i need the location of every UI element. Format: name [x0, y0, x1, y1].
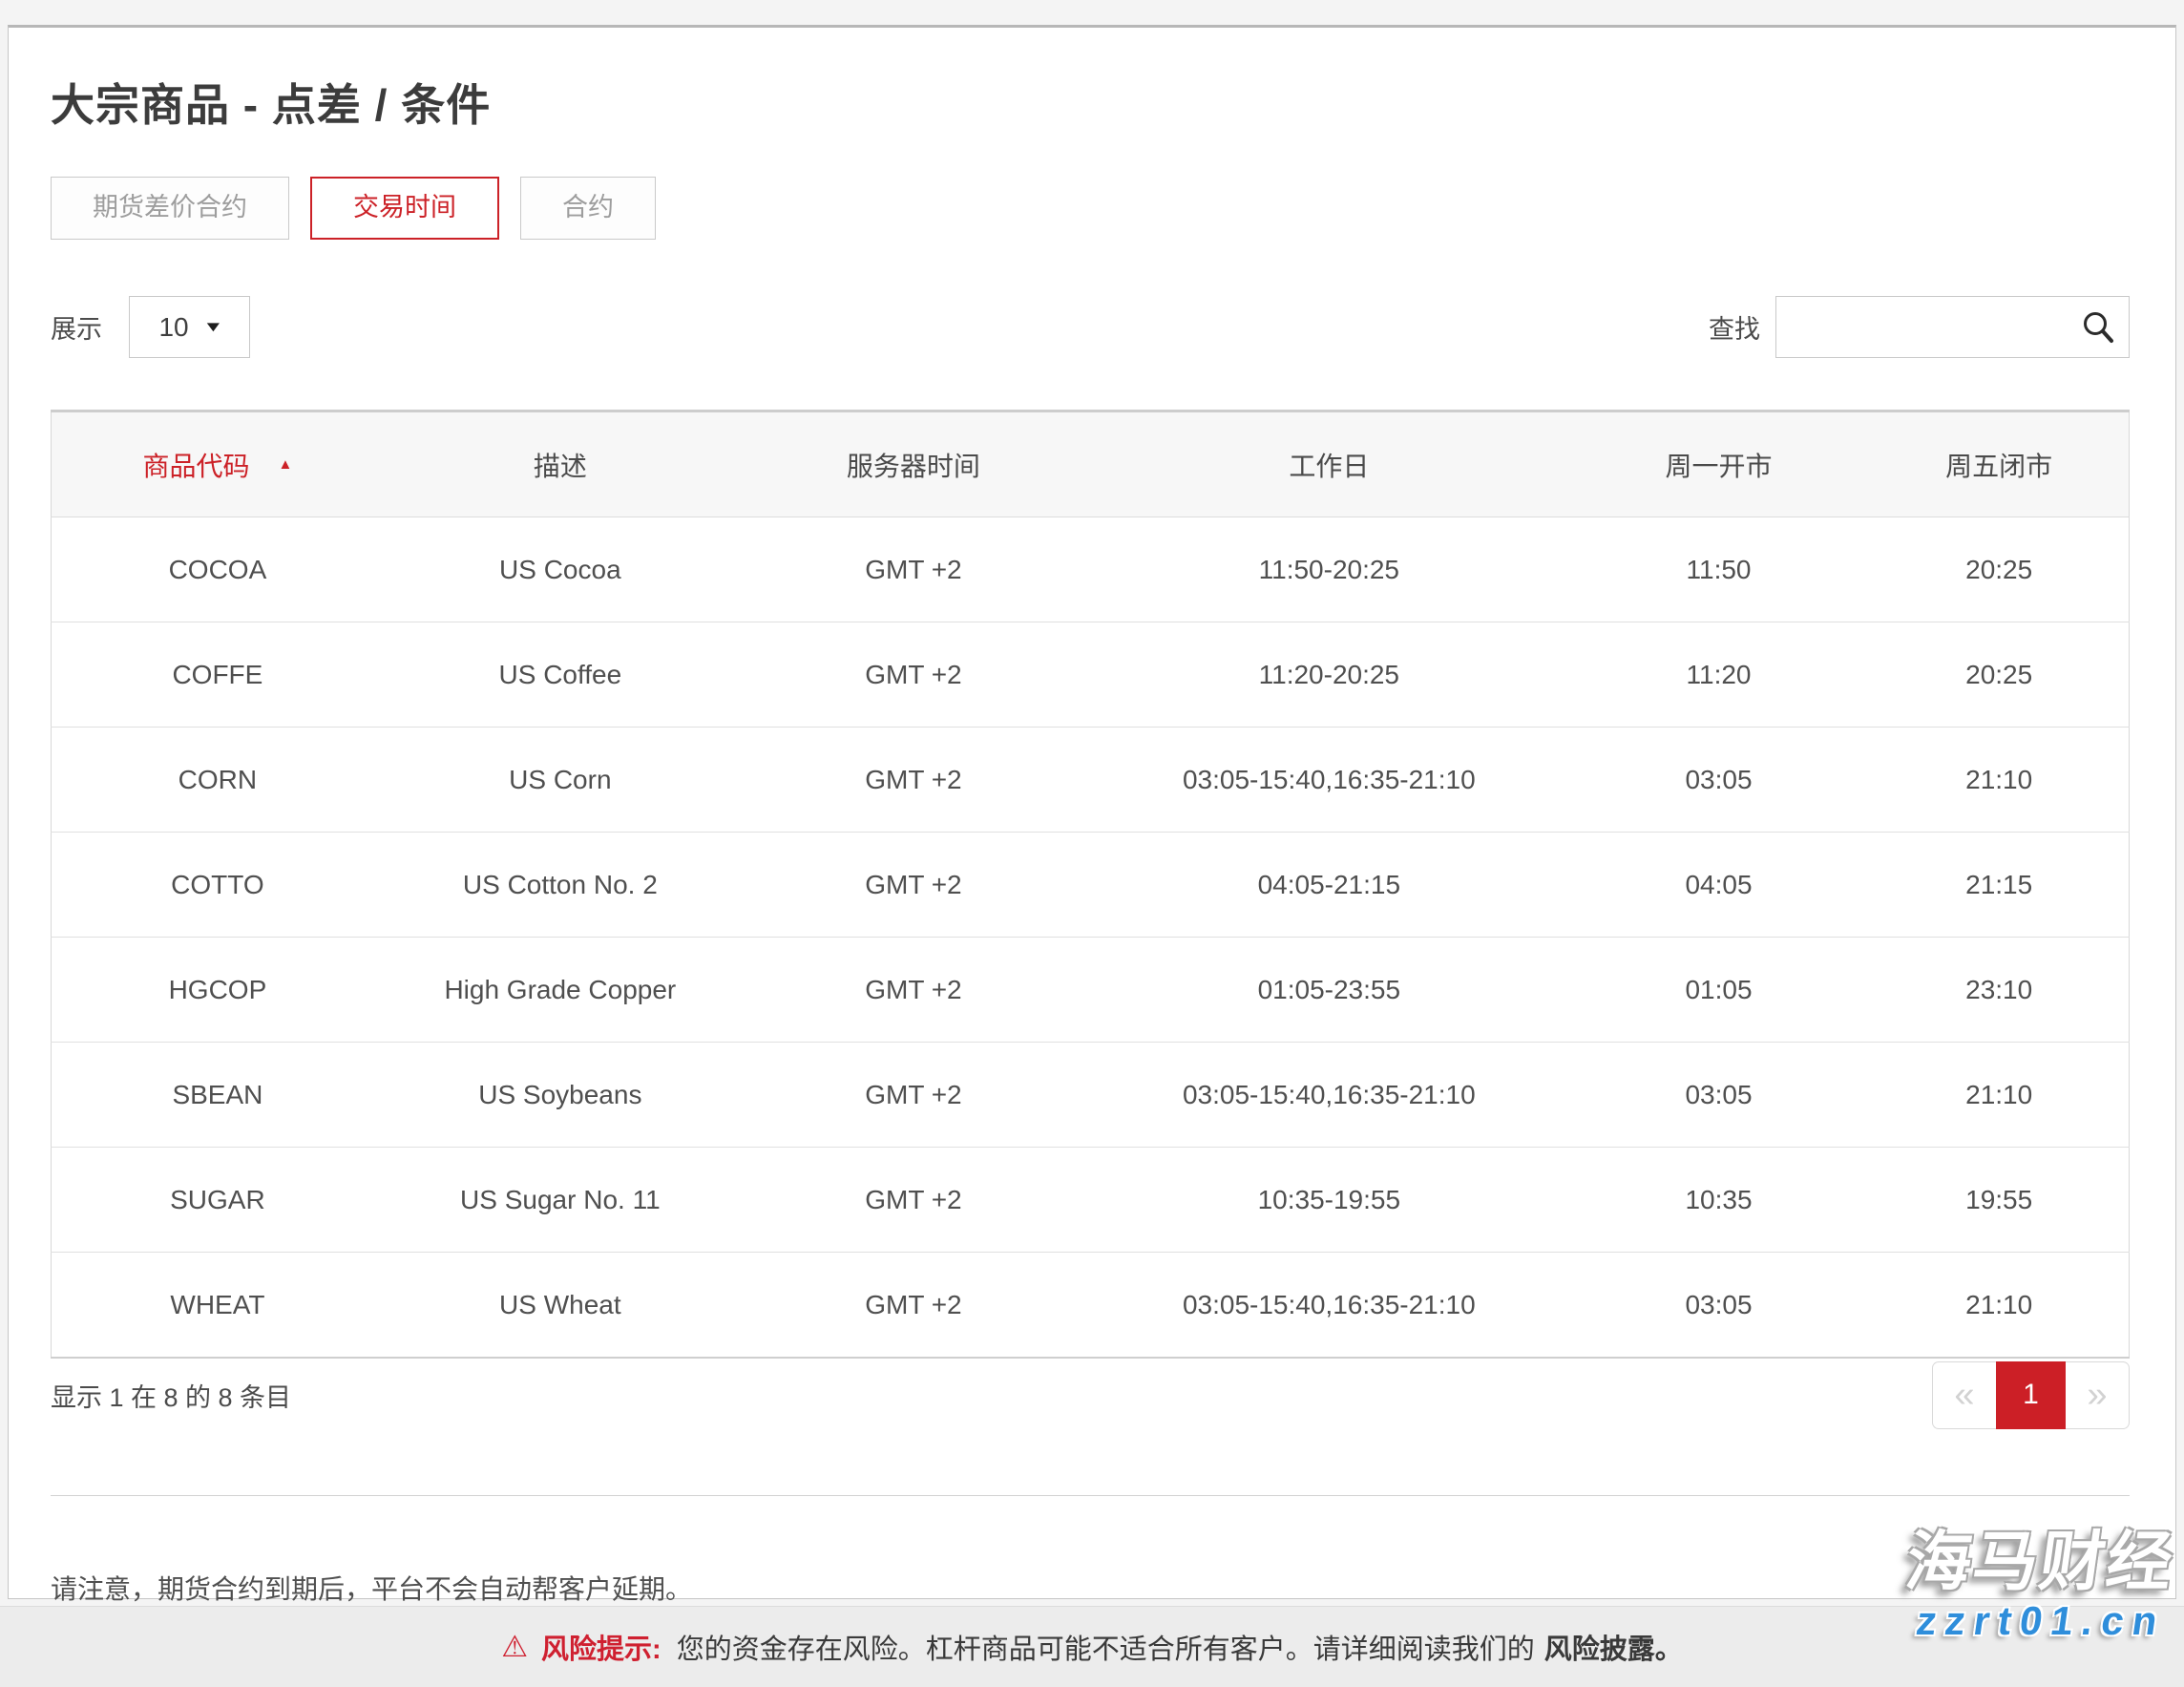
table-cell-friday_close: 21:10 — [1869, 728, 2129, 833]
table-body: COCOAUS CocoaGMT +211:50-20:2511:5020:25… — [52, 517, 2130, 1359]
table-row: HGCOPHigh Grade CopperGMT +201:05-23:550… — [52, 938, 2130, 1043]
table-cell-desc: High Grade Copper — [384, 938, 737, 1043]
table-cell-weekdays: 11:20-20:25 — [1090, 622, 1568, 728]
table-cell-monday_open: 01:05 — [1568, 938, 1870, 1043]
table-cell-monday_open: 11:20 — [1568, 622, 1870, 728]
search-label: 查找 — [1709, 308, 1760, 346]
sort-asc-icon: ▲ — [278, 456, 292, 473]
pagination-page-1-button[interactable]: 1 — [1996, 1361, 2066, 1429]
column-header-server-time[interactable]: 服务器时间 — [737, 411, 1090, 517]
table-cell-code: HGCOP — [52, 938, 384, 1043]
table-cell-friday_close: 20:25 — [1869, 517, 2129, 622]
table-cell-code: COTTO — [52, 833, 384, 938]
table-cell-weekdays: 01:05-23:55 — [1090, 938, 1568, 1043]
table-cell-desc: US Sugar No. 11 — [384, 1148, 737, 1253]
tab-trading-hours[interactable]: 交易时间 — [310, 177, 499, 240]
table-row: COFFEUS CoffeeGMT +211:20-20:2511:2020:2… — [52, 622, 2130, 728]
expiry-note: 请注意，期货合约到期后，平台不会自动帮客户延期。 — [51, 1569, 2130, 1607]
risk-disclosure-link: 风险披露。 — [1544, 1627, 1683, 1667]
table-cell-desc: US Corn — [384, 728, 737, 833]
page-title: 大宗商品 - 点差 / 条件 — [51, 77, 2130, 133]
table-cell-code: SBEAN — [52, 1043, 384, 1148]
risk-warning-text: 您的资金存在风险。杠杆商品可能不适合所有客户。请详细阅读我们的 — [677, 1627, 1535, 1667]
table-controls: 展示 10 ▼ 查找 — [51, 295, 2130, 359]
table-cell-weekdays: 10:35-19:55 — [1090, 1148, 1568, 1253]
table-cell-monday_open: 10:35 — [1568, 1148, 1870, 1253]
column-header-description[interactable]: 描述 — [384, 411, 737, 517]
table-cell-weekdays: 11:50-20:25 — [1090, 517, 1568, 622]
chevron-down-icon: ▼ — [202, 319, 223, 335]
table-row: WHEATUS WheatGMT +203:05-15:40,16:35-21:… — [52, 1253, 2130, 1359]
table-cell-friday_close: 23:10 — [1869, 938, 2129, 1043]
table-cell-monday_open: 04:05 — [1568, 833, 1870, 938]
table-cell-weekdays: 03:05-15:40,16:35-21:10 — [1090, 1253, 1568, 1359]
page-size-value: 10 — [158, 312, 188, 343]
divider — [51, 1495, 2130, 1496]
table-cell-code: COCOA — [52, 517, 384, 622]
table-cell-server_time: GMT +2 — [737, 938, 1090, 1043]
table-cell-friday_close: 20:25 — [1869, 622, 2129, 728]
pagination: « 1 » — [1932, 1361, 2130, 1429]
table-cell-code: SUGAR — [52, 1148, 384, 1253]
table-cell-weekdays: 04:05-21:15 — [1090, 833, 1568, 938]
entries-summary: 显示 1 在 8 的 8 条目 — [51, 1377, 291, 1414]
table-footer: 显示 1 在 8 的 8 条目 « 1 » — [51, 1360, 2130, 1429]
main-panel: 大宗商品 - 点差 / 条件 期货差价合约 交易时间 合约 展示 10 ▼ 查找 — [8, 25, 2176, 1599]
tab-contracts[interactable]: 合约 — [520, 177, 656, 240]
table-row: SBEANUS SoybeansGMT +203:05-15:40,16:35-… — [52, 1043, 2130, 1148]
column-header-code[interactable]: 商品代码 ▲ — [52, 411, 384, 517]
table-cell-code: WHEAT — [52, 1253, 384, 1359]
trading-hours-table: 商品代码 ▲ 描述 服务器时间 工作日 周一开市 周五闭市 COCOAUS Co… — [51, 410, 2130, 1359]
column-header-monday-open[interactable]: 周一开市 — [1568, 411, 1870, 517]
table-cell-monday_open: 03:05 — [1568, 1043, 1870, 1148]
table-cell-desc: US Cotton No. 2 — [384, 833, 737, 938]
pagination-prev-button[interactable]: « — [1932, 1361, 1996, 1429]
table-cell-desc: US Cocoa — [384, 517, 737, 622]
table-header-row: 商品代码 ▲ 描述 服务器时间 工作日 周一开市 周五闭市 — [52, 411, 2130, 517]
table-cell-server_time: GMT +2 — [737, 622, 1090, 728]
table-row: SUGARUS Sugar No. 11GMT +210:35-19:5510:… — [52, 1148, 2130, 1253]
show-label: 展示 — [51, 308, 102, 346]
table-cell-server_time: GMT +2 — [737, 1253, 1090, 1359]
search-icon[interactable] — [2080, 309, 2116, 346]
table-cell-server_time: GMT +2 — [737, 833, 1090, 938]
table-cell-desc: US Soybeans — [384, 1043, 737, 1148]
table-cell-server_time: GMT +2 — [737, 517, 1090, 622]
table-cell-server_time: GMT +2 — [737, 728, 1090, 833]
table-cell-friday_close: 21:10 — [1869, 1253, 2129, 1359]
table-row: CORNUS CornGMT +203:05-15:40,16:35-21:10… — [52, 728, 2130, 833]
table-row: COTTOUS Cotton No. 2GMT +204:05-21:1504:… — [52, 833, 2130, 938]
table-cell-monday_open: 03:05 — [1568, 1253, 1870, 1359]
table-cell-server_time: GMT +2 — [737, 1148, 1090, 1253]
table-cell-monday_open: 11:50 — [1568, 517, 1870, 622]
table-cell-friday_close: 19:55 — [1869, 1148, 2129, 1253]
risk-warning-bar: ⚠ 风险提示: 您的资金存在风险。杠杆商品可能不适合所有客户。请详细阅读我们的 … — [0, 1606, 2184, 1687]
column-header-friday-close[interactable]: 周五闭市 — [1869, 411, 2129, 517]
warning-icon: ⚠ — [501, 1630, 528, 1664]
pagination-next-button[interactable]: » — [2066, 1361, 2130, 1429]
tab-bar: 期货差价合约 交易时间 合约 — [51, 177, 2130, 241]
table-cell-code: CORN — [52, 728, 384, 833]
search-input[interactable] — [1775, 296, 2130, 358]
tab-futures-cfd[interactable]: 期货差价合约 — [51, 177, 289, 240]
table-cell-server_time: GMT +2 — [737, 1043, 1090, 1148]
table-cell-monday_open: 03:05 — [1568, 728, 1870, 833]
risk-warning-label: 风险提示: — [541, 1627, 662, 1667]
column-header-weekdays[interactable]: 工作日 — [1090, 411, 1568, 517]
table-cell-weekdays: 03:05-15:40,16:35-21:10 — [1090, 728, 1568, 833]
table-cell-desc: US Coffee — [384, 622, 737, 728]
page-size-select[interactable]: 10 ▼ — [129, 296, 250, 358]
table-cell-desc: US Wheat — [384, 1253, 737, 1359]
table-row: COCOAUS CocoaGMT +211:50-20:2511:5020:25 — [52, 517, 2130, 622]
table-cell-friday_close: 21:10 — [1869, 1043, 2129, 1148]
table-cell-friday_close: 21:15 — [1869, 833, 2129, 938]
table-cell-weekdays: 03:05-15:40,16:35-21:10 — [1090, 1043, 1568, 1148]
table-cell-code: COFFE — [52, 622, 384, 728]
